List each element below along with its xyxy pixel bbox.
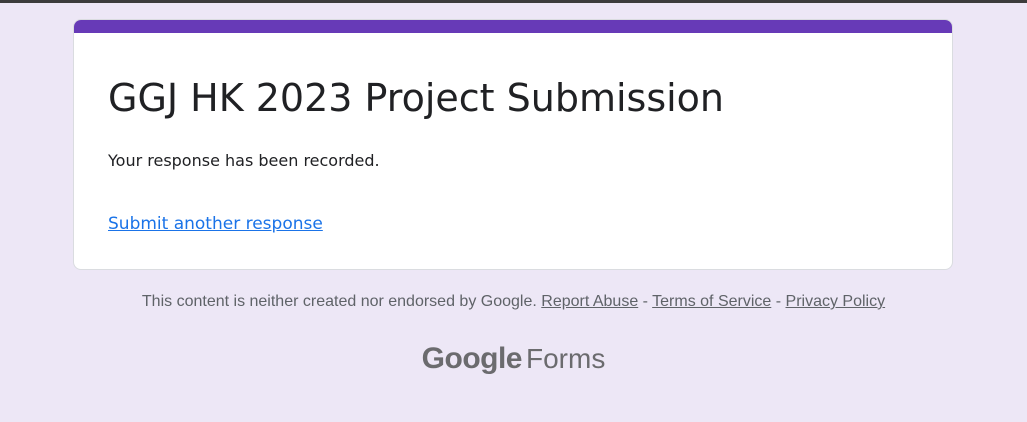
google-wordmark: Google: [421, 342, 523, 375]
footer-disclaimer-row: This content is neither created nor endo…: [0, 292, 1027, 312]
footer-separator: -: [771, 293, 786, 310]
footer-disclaimer-text: This content is neither created nor endo…: [141, 293, 537, 310]
terms-of-service-link[interactable]: Terms of Service: [652, 293, 771, 310]
report-abuse-link[interactable]: Report Abuse: [541, 293, 638, 310]
submit-another-response-link[interactable]: Submit another response: [108, 212, 323, 236]
privacy-policy-link[interactable]: Privacy Policy: [786, 293, 886, 310]
form-card-accent-bar: [74, 20, 952, 33]
form-card: GGJ HK 2023 Project Submission Your resp…: [73, 19, 953, 270]
google-forms-logo[interactable]: Google Forms: [0, 340, 1027, 378]
form-title: GGJ HK 2023 Project Submission: [108, 76, 725, 120]
footer-separator: -: [638, 293, 653, 310]
confirmation-message: Your response has been recorded.: [108, 151, 380, 170]
window-top-border: [0, 0, 1027, 3]
forms-wordmark: Forms: [526, 343, 606, 374]
